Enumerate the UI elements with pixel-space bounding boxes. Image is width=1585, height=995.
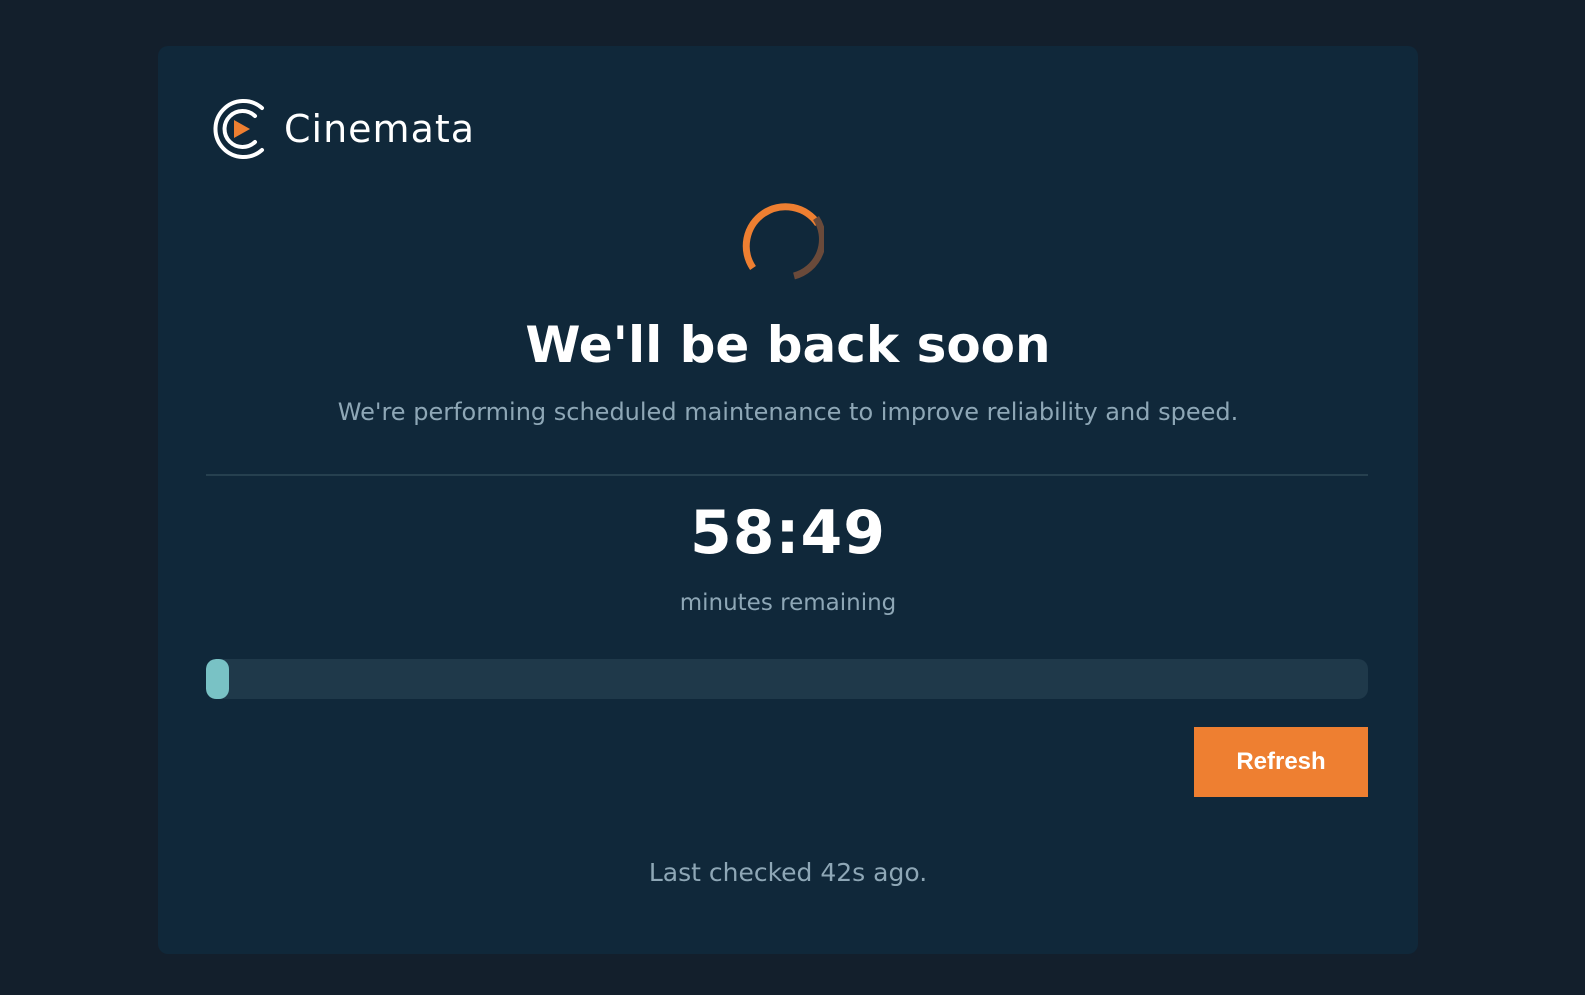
refresh-button[interactable]: Refresh <box>1194 727 1368 797</box>
maintenance-card: Cinemata We'll be back soon We're perfor… <box>158 46 1418 954</box>
countdown-timer: 58:49 <box>690 498 886 568</box>
page-title: We'll be back soon <box>525 316 1051 374</box>
loading-spinner-icon <box>742 203 824 280</box>
countdown-progress-fill <box>206 659 230 699</box>
divider <box>206 474 1368 476</box>
brand-name: Cinemata <box>284 107 476 151</box>
last-checked-status: Last checked 42s ago. <box>648 858 928 887</box>
play-in-circle-logo-icon <box>213 99 264 159</box>
countdown-progress-bar <box>206 659 1368 699</box>
brand-logo[interactable]: Cinemata <box>206 94 475 164</box>
maintenance-message: We're performing scheduled maintenance t… <box>337 398 1239 426</box>
countdown-label: minutes remaining <box>679 590 897 616</box>
